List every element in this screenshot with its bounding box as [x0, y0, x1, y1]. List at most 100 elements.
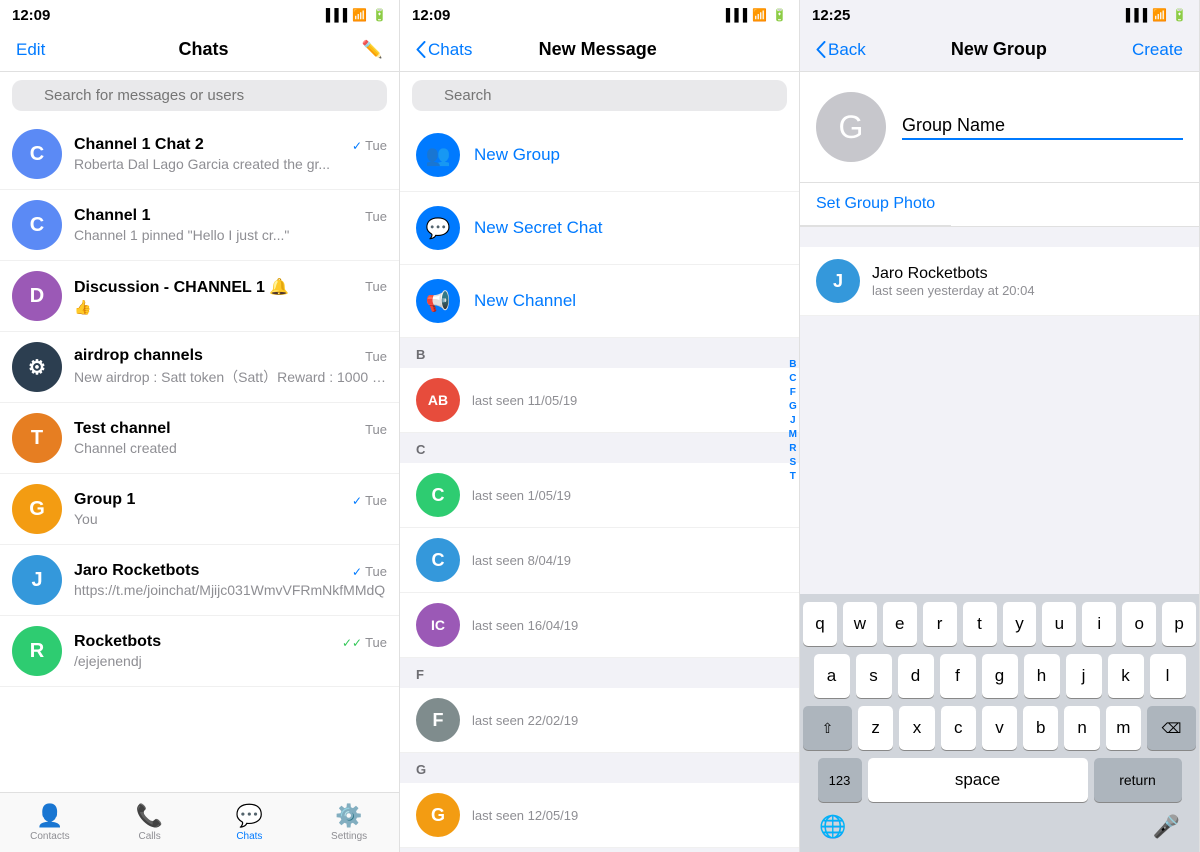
alpha-char-R[interactable]: R [789, 442, 796, 455]
new-channel-icon: 📢 [416, 279, 460, 323]
chat-item-channel1chat2[interactable]: C Channel 1 Chat 2 ✓Tue Roberta Dal Lago… [0, 119, 399, 190]
avatar-channel1chat2: C [12, 129, 62, 179]
key-k[interactable]: k [1108, 654, 1144, 698]
alpha-char-B[interactable]: B [789, 358, 796, 371]
key-f[interactable]: f [940, 654, 976, 698]
key-v[interactable]: v [982, 706, 1017, 750]
contact-item-contact-c2[interactable]: C last seen 8/04/19 [400, 528, 799, 593]
chat-item-rocketbots[interactable]: R Rocketbots ✓✓Tue /ejejenendj [0, 616, 399, 687]
key-o[interactable]: o [1122, 602, 1156, 646]
contacts-label: Contacts [30, 831, 69, 842]
key-a[interactable]: a [814, 654, 850, 698]
key-y[interactable]: y [1003, 602, 1037, 646]
new-message-options: 👥 New Group 💬 New Secret Chat 📢 New Chan… [400, 119, 799, 338]
back-chats-button[interactable]: Chats [416, 40, 472, 60]
set-group-photo-section: Set Group Photo [800, 183, 1199, 227]
new-group-option[interactable]: 👥 New Group [400, 119, 799, 192]
wifi-icon-3: 📶 [1152, 8, 1167, 22]
tab-settings[interactable]: ⚙️ Settings [299, 793, 399, 852]
section-label-B: B [416, 347, 426, 362]
new-secret-chat-option[interactable]: 💬 New Secret Chat [400, 192, 799, 265]
group-name-input[interactable] [902, 115, 1183, 140]
key-x[interactable]: x [899, 706, 934, 750]
key-l[interactable]: l [1150, 654, 1186, 698]
alpha-char-G[interactable]: G [789, 400, 797, 413]
alpha-char-S[interactable]: S [789, 456, 796, 469]
key-s[interactable]: s [856, 654, 892, 698]
shift-key[interactable]: ⇧ [803, 706, 852, 750]
key-g[interactable]: g [982, 654, 1018, 698]
edit-button[interactable]: Edit [16, 40, 45, 60]
chat-time-rocketbots: ✓✓Tue [342, 635, 387, 650]
key-c[interactable]: c [941, 706, 976, 750]
alpha-char-T[interactable]: T [790, 470, 796, 483]
return-key[interactable]: return [1094, 758, 1182, 802]
nav-bar-1: Edit Chats ✏️ [0, 28, 399, 72]
calls-icon: 📞 [136, 803, 163, 829]
key-h[interactable]: h [1024, 654, 1060, 698]
new-message-title: New Message [539, 39, 657, 60]
chat-item-jarorocketbots[interactable]: J Jaro Rocketbots ✓Tue https://t.me/join… [0, 545, 399, 616]
contact-item-contact-c1[interactable]: C last seen 1/05/19 [400, 463, 799, 528]
alpha-char-J[interactable]: J [790, 414, 796, 427]
tab-calls[interactable]: 📞 Calls [100, 793, 200, 852]
back-button-3[interactable]: Back [816, 40, 866, 60]
new-channel-option[interactable]: 📢 New Channel [400, 265, 799, 338]
key-w[interactable]: w [843, 602, 877, 646]
contact-status-contact-ic: last seen 16/04/19 [472, 618, 783, 633]
search-input-2[interactable] [412, 80, 787, 111]
chevron-left-icon [416, 41, 426, 58]
alpha-char-C[interactable]: C [789, 372, 796, 385]
alpha-char-M[interactable]: M [789, 428, 797, 441]
mic-icon[interactable]: 🎤 [1153, 814, 1180, 840]
chat-item-group1[interactable]: G Group 1 ✓Tue You [0, 474, 399, 545]
chat-name-rocketbots: Rocketbots [74, 633, 161, 651]
key-q[interactable]: q [803, 602, 837, 646]
key-r[interactable]: r [923, 602, 957, 646]
contact-status-contact-g1: last seen 12/05/19 [472, 808, 783, 823]
group-avatar[interactable]: G [816, 92, 886, 162]
contact-item-contact-ic[interactable]: IC last seen 16/04/19 [400, 593, 799, 658]
numbers-key[interactable]: 123 [818, 758, 862, 802]
chat-preview-airdropchannels: New airdrop : Satt token（Satt）Reward : 1… [74, 367, 387, 387]
tab-chats[interactable]: 💬 Chats [200, 793, 300, 852]
key-u[interactable]: u [1042, 602, 1076, 646]
key-e[interactable]: e [883, 602, 917, 646]
contact-avatar-contact-g1: G [416, 793, 460, 837]
globe-icon[interactable]: 🌐 [819, 814, 846, 840]
contact-item-contact-ab[interactable]: AB last seen 11/05/19 [400, 368, 799, 433]
chat-time-airdropchannels: Tue [365, 349, 387, 364]
contact-item-contact-f1[interactable]: F last seen 22/02/19 [400, 688, 799, 753]
key-m[interactable]: m [1106, 706, 1141, 750]
create-button[interactable]: Create [1132, 40, 1183, 60]
chat-item-testchannel[interactable]: T Test channel Tue Channel created [0, 403, 399, 474]
status-bar-1: 12:09 ▐▐▐ 📶 🔋 [0, 0, 399, 28]
new-secret-chat-icon: 💬 [416, 206, 460, 250]
key-i[interactable]: i [1082, 602, 1116, 646]
search-input-1[interactable] [12, 80, 387, 111]
chat-item-discussionchannel1[interactable]: D Discussion - CHANNEL 1 🔔 Tue 👍 [0, 261, 399, 332]
tab-contacts[interactable]: 👤 Contacts [0, 793, 100, 852]
contact-section-F: F [400, 658, 799, 688]
key-t[interactable]: t [963, 602, 997, 646]
key-j[interactable]: j [1066, 654, 1102, 698]
compose-button[interactable]: ✏️ [362, 40, 383, 60]
set-group-photo-button[interactable]: Set Group Photo [800, 183, 951, 226]
key-d[interactable]: d [898, 654, 934, 698]
key-z[interactable]: z [858, 706, 893, 750]
space-key[interactable]: space [868, 758, 1088, 802]
time-2: 12:09 [412, 7, 450, 24]
key-p[interactable]: p [1162, 602, 1196, 646]
chat-header-testchannel: Test channel Tue [74, 420, 387, 438]
tab-bar: 👤 Contacts 📞 Calls 💬 Chats ⚙️ Settings [0, 792, 399, 852]
wifi-icon-2: 📶 [752, 8, 767, 22]
chat-name-testchannel: Test channel [74, 420, 171, 438]
chat-item-airdropchannels[interactable]: ⚙ airdrop channels Tue New airdrop : Sat… [0, 332, 399, 403]
key-n[interactable]: n [1064, 706, 1099, 750]
chat-item-channel1[interactable]: C Channel 1 Tue Channel 1 pinned "Hello … [0, 190, 399, 261]
new-message-panel: 12:09 ▐▐▐ 📶 🔋 Chats New Message 👥 New Gr… [400, 0, 800, 852]
alpha-char-F[interactable]: F [790, 386, 796, 399]
key-b[interactable]: b [1023, 706, 1058, 750]
contact-item-contact-g1[interactable]: G last seen 12/05/19 [400, 783, 799, 848]
delete-key[interactable]: ⌫ [1147, 706, 1196, 750]
